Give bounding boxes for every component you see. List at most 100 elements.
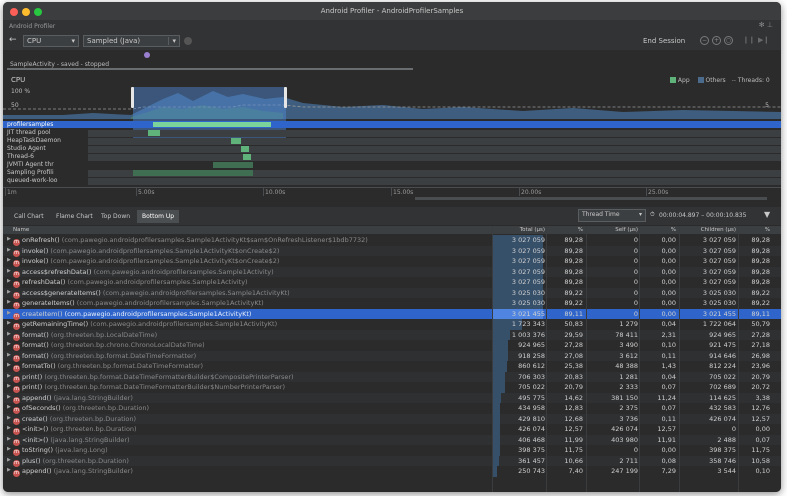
method-label: format() xyxy=(22,351,51,360)
thread-name[interactable]: profilersamples xyxy=(7,121,53,128)
tab-top-down[interactable]: Top Down xyxy=(96,210,135,223)
pause-icon[interactable]: ❙❙ xyxy=(743,36,755,44)
cpu-legend: App Others -- Threads: 0 xyxy=(670,77,778,85)
thread-name[interactable]: JIT thread pool xyxy=(7,129,51,136)
expand-arrow-icon[interactable]: ▶ xyxy=(7,257,11,263)
table-row[interactable]: ▶ m <init>() (java.lang.StringBuilder) 406 … xyxy=(3,434,781,446)
table-row[interactable]: ▶ m create() (org.threeten.bp.Duration) 429… xyxy=(3,413,781,425)
expand-arrow-icon[interactable]: ▶ xyxy=(7,425,11,431)
column-children[interactable]: Children (µs) xyxy=(680,227,736,233)
cell-tp: 50,83 xyxy=(564,320,583,328)
cell-sp: 0,00 xyxy=(661,299,676,307)
expand-arrow-icon[interactable]: ▶ xyxy=(7,310,11,316)
cell-cp: 89,22 xyxy=(751,299,770,307)
expand-arrow-icon[interactable]: ▶ xyxy=(7,268,11,274)
jump-to-live-icon[interactable]: ▶❙ xyxy=(758,36,769,44)
tab-bottom-up[interactable]: Bottom Up xyxy=(137,210,180,223)
table-row[interactable]: ▶ m access$generateItems() (com.pawegio.an… xyxy=(3,287,781,299)
column-total[interactable]: Total (µs) xyxy=(495,227,545,233)
thread-name[interactable]: queued-work-loo xyxy=(7,177,57,184)
table-row[interactable]: ▶ m ofSeconds() (org.threeten.bp.Duration)… xyxy=(3,403,781,414)
expand-arrow-icon[interactable]: ▶ xyxy=(7,446,11,452)
profiler-select[interactable]: CPU ▾ xyxy=(23,35,79,47)
back-arrow-icon[interactable]: ← xyxy=(9,35,17,45)
expand-arrow-icon[interactable]: ▶ xyxy=(7,436,11,442)
cell-children: 921 475 xyxy=(709,341,736,349)
horizontal-scrollbar[interactable] xyxy=(415,197,767,200)
expand-arrow-icon[interactable]: ▶ xyxy=(7,289,11,295)
table-row[interactable]: ▶ m getRemainingTime() (com.pawegio.androi… xyxy=(3,319,781,330)
thread-activity-bar xyxy=(133,170,253,176)
cell-tp: 89,28 xyxy=(564,236,583,244)
thread-name[interactable]: Thread-6 xyxy=(7,153,34,160)
expand-arrow-icon[interactable]: ▶ xyxy=(7,247,11,253)
expand-arrow-icon[interactable]: ▶ xyxy=(7,352,11,358)
time-tick-label: 25.00s xyxy=(648,189,669,196)
expand-arrow-icon[interactable]: ▶ xyxy=(7,299,11,305)
thread-activity-bar xyxy=(243,154,251,160)
table-row[interactable]: ▶ m invoke() (com.pawegio.androidprofilers… xyxy=(3,256,781,267)
expand-arrow-icon[interactable]: ▶ xyxy=(7,467,11,473)
expand-arrow-icon[interactable]: ▶ xyxy=(7,404,11,410)
table-row[interactable]: ▶ m formatTo() (org.threeten.bp.format.Dat… xyxy=(3,361,781,372)
expand-arrow-icon[interactable]: ▶ xyxy=(7,236,11,242)
table-row[interactable]: ▶ m plus() (org.threeten.bp.Duration) 361 4… xyxy=(3,455,781,467)
table-row[interactable]: ▶ m invoke() (com.pawegio.androidprofilers… xyxy=(3,245,781,257)
table-row[interactable]: ▶ m print() (org.threeten.bp.format.DateTi… xyxy=(3,371,781,383)
filter-icon[interactable]: ▼ xyxy=(764,210,770,219)
tab-flame-chart[interactable]: Flame Chart xyxy=(51,210,98,223)
table-row[interactable]: ▶ m onRefresh() (com.pawegio.androidprofil… xyxy=(3,235,781,246)
selection-handle-left[interactable] xyxy=(131,87,134,108)
table-row[interactable]: ▶ m createItem() (com.pawegio.androidprofi… xyxy=(3,308,781,320)
record-icon[interactable] xyxy=(184,37,192,45)
gear-icon[interactable]: ✻ ⊥ xyxy=(759,21,773,29)
expand-arrow-icon[interactable]: ▶ xyxy=(7,394,11,400)
thread-name[interactable]: Studio Agent xyxy=(7,145,46,152)
expand-arrow-icon[interactable]: ▶ xyxy=(7,331,11,337)
expand-arrow-icon[interactable]: ▶ xyxy=(7,320,11,326)
cpu-label: CPU xyxy=(11,76,26,84)
thread-name[interactable]: Sampling Profili xyxy=(7,169,54,176)
column-self[interactable]: Self (µs) xyxy=(587,227,638,233)
cell-tp: 11,99 xyxy=(564,435,583,444)
column-total-pct[interactable]: % xyxy=(547,227,583,233)
table-row[interactable]: ▶ m format() (org.threeten.bp.format.DateT… xyxy=(3,350,781,362)
table-row[interactable]: ▶ m format() (org.threeten.bp.chrono.Chron… xyxy=(3,340,781,351)
cell-self: 0 xyxy=(633,257,638,265)
table-row[interactable]: ▶ m <init>() (org.threeten.bp.Duration) 426… xyxy=(3,424,781,435)
zoom-out-icon[interactable]: − xyxy=(700,36,709,45)
thread-track-selected[interactable] xyxy=(3,121,781,128)
table-row[interactable]: ▶ m format() (org.threeten.bp.LocalDateTim… xyxy=(3,329,781,341)
expand-arrow-icon[interactable]: ▶ xyxy=(7,341,11,347)
end-session-button[interactable]: End Session xyxy=(643,37,685,45)
time-tick-label: 15.00s xyxy=(393,189,414,196)
thread-time-select[interactable]: Thread Time ▾ xyxy=(578,209,646,222)
expand-arrow-icon[interactable]: ▶ xyxy=(7,373,11,379)
selection-handle-right[interactable] xyxy=(284,87,287,108)
tab-call-chart[interactable]: Call Chart xyxy=(9,210,49,223)
zoom-in-icon[interactable]: + xyxy=(712,36,721,45)
column-name[interactable]: Name xyxy=(13,227,29,233)
table-row[interactable]: ▶ m generateItems() (com.pawegio.androidpr… xyxy=(3,298,781,309)
cell-self: 3 612 xyxy=(619,351,638,360)
table-row[interactable]: ▶ m append() (java.lang.StringBuilder) 250 … xyxy=(3,466,781,477)
expand-arrow-icon[interactable]: ▶ xyxy=(7,457,11,463)
method-class: (com.pawegio.androidprofilersamples.Samp… xyxy=(90,320,278,328)
table-row[interactable]: ▶ m print() (org.threeten.bp.format.DateTi… xyxy=(3,382,781,393)
table-row[interactable]: ▶ m refreshData() (com.pawegio.androidprof… xyxy=(3,277,781,288)
thread-name[interactable]: HeapTaskDaemon xyxy=(7,137,61,144)
column-self-pct[interactable]: % xyxy=(640,227,676,233)
event-marker-icon[interactable] xyxy=(144,52,150,58)
thread-name[interactable]: JVMTI Agent thr xyxy=(7,161,54,168)
time-tick xyxy=(646,188,647,196)
table-row[interactable]: ▶ m toString() (java.lang.Long) 398 375 11,7… xyxy=(3,445,781,456)
expand-arrow-icon[interactable]: ▶ xyxy=(7,278,11,284)
config-select[interactable]: Sampled (Java) ▾ xyxy=(83,35,180,47)
expand-arrow-icon[interactable]: ▶ xyxy=(7,362,11,368)
expand-arrow-icon[interactable]: ▶ xyxy=(7,415,11,421)
reset-zoom-icon[interactable]: ○ xyxy=(724,36,733,45)
expand-arrow-icon[interactable]: ▶ xyxy=(7,383,11,389)
table-row[interactable]: ▶ m append() (java.lang.StringBuilder) 495 … xyxy=(3,392,781,404)
column-children-pct[interactable]: % xyxy=(739,227,770,233)
table-row[interactable]: ▶ m access$refreshData() (com.pawegio.andr… xyxy=(3,266,781,278)
